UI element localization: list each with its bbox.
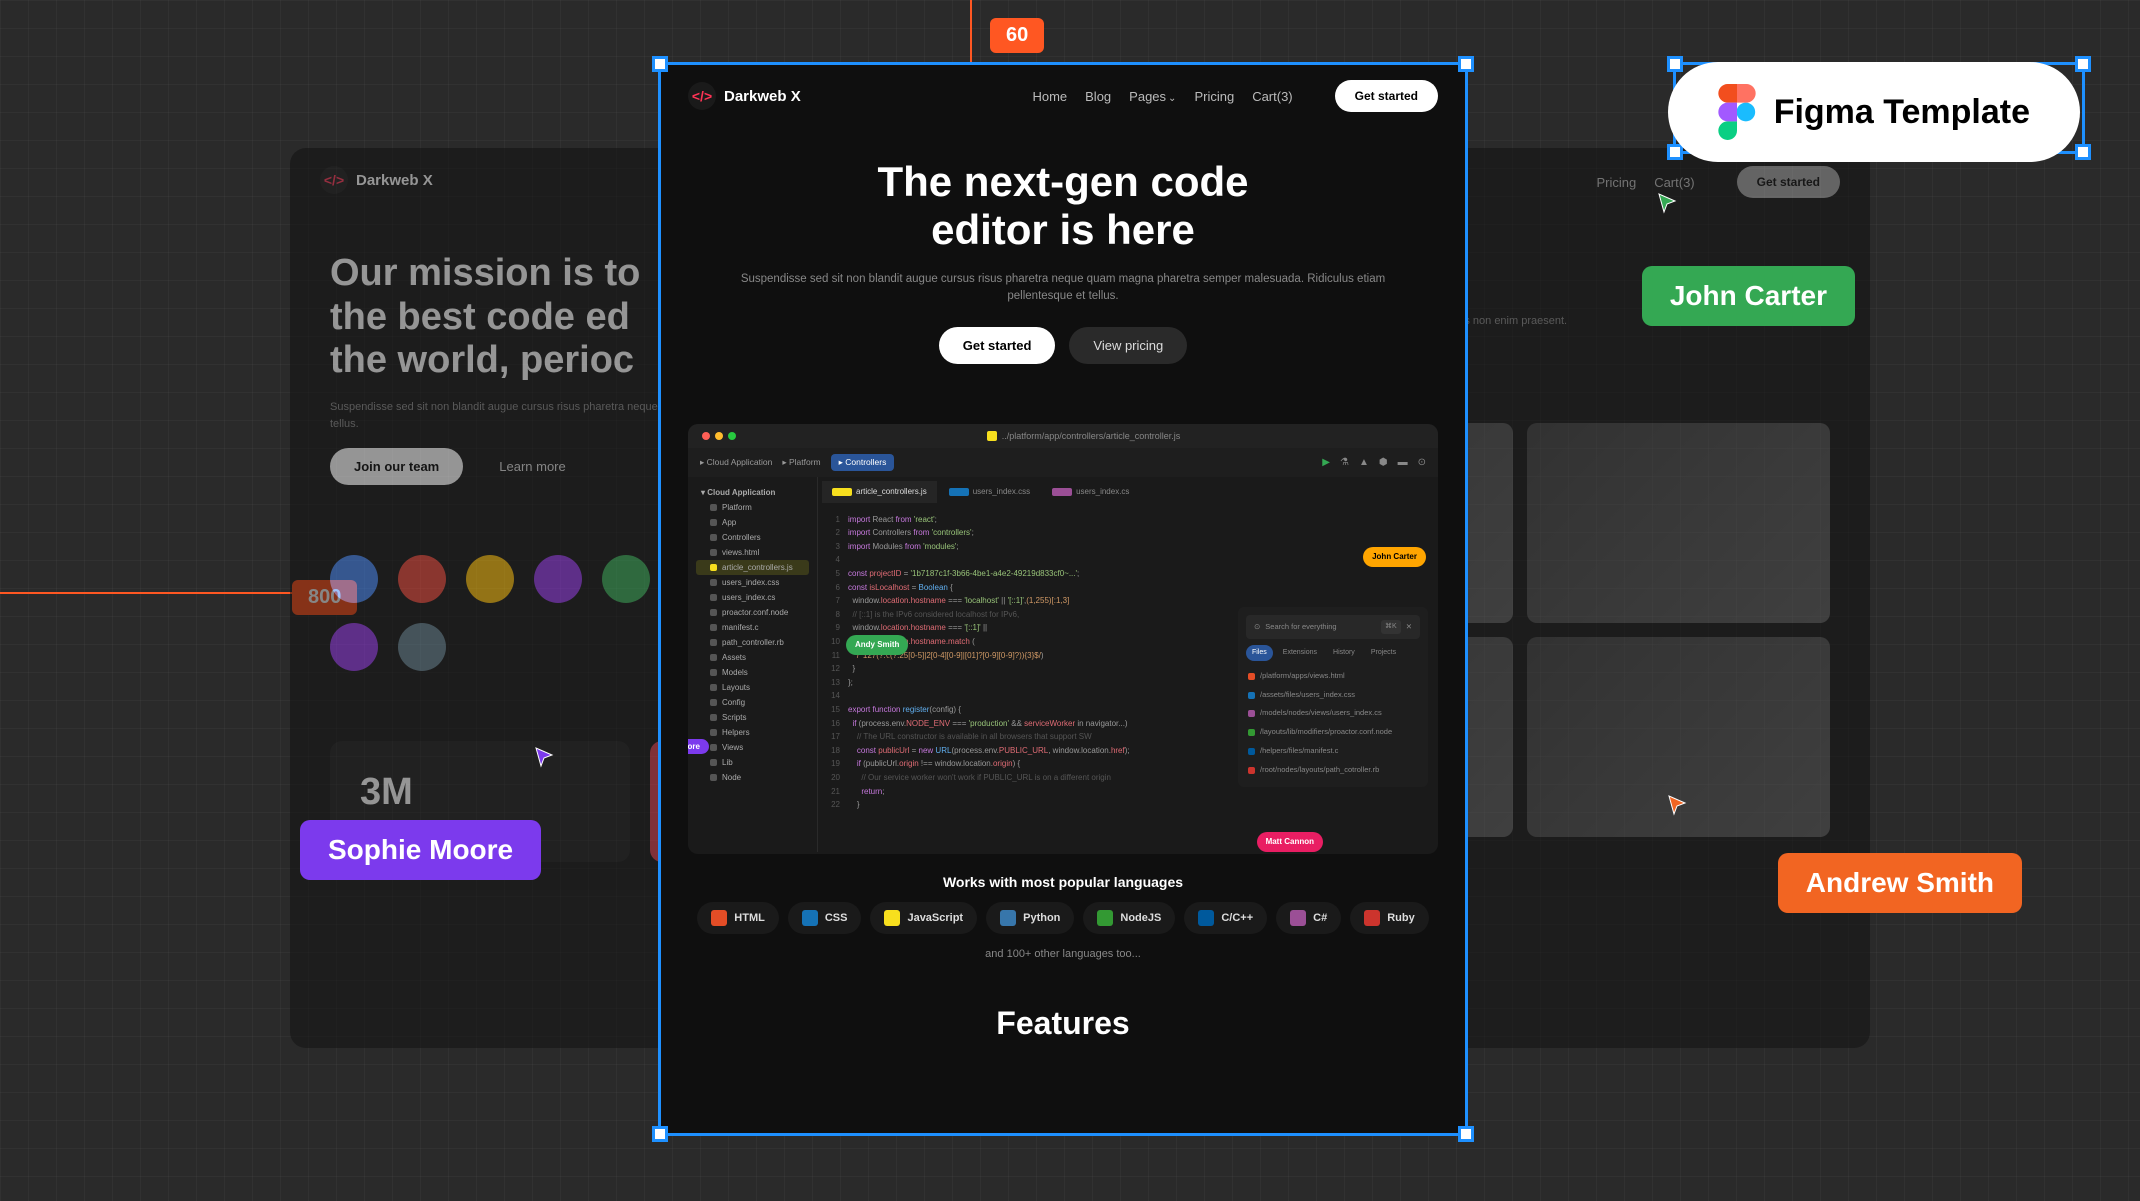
avatar [330,555,378,603]
resize-handle-tr[interactable] [1458,56,1474,72]
spacing-value-top: 60 [990,18,1044,53]
get-started-button[interactable]: Get started [1737,166,1840,198]
spacing-ruler-left [0,592,340,594]
selection-outline-main[interactable] [658,62,1468,1136]
avatar [466,555,514,603]
spacing-ruler-top [970,0,972,62]
avatar [398,623,446,671]
resize-handle-tl[interactable] [1667,56,1683,72]
cursor-andrew [1666,794,1690,818]
resize-handle-bl[interactable] [1667,144,1683,160]
cursor-sophie [533,746,557,770]
avatar [330,623,378,671]
cursor-label-john: John Carter [1642,266,1855,326]
resize-handle-br[interactable] [2075,144,2091,160]
cursor-label-sophie: Sophie Moore [300,820,541,880]
resize-handle-tr[interactable] [2075,56,2091,72]
figma-icon [1718,84,1756,140]
team-photo-2 [1527,423,1830,623]
avatar [398,555,446,603]
figma-template-badge[interactable]: Figma Template [1668,62,2080,162]
brand-logo[interactable]: </>Darkweb X [320,166,433,194]
cursor-john [1656,192,1680,216]
avatar [534,555,582,603]
nav-cart[interactable]: Cart(3) [1654,175,1694,190]
learn-more-button[interactable]: Learn more [475,448,589,485]
code-icon: </> [320,166,348,194]
nav-pricing[interactable]: Pricing [1596,175,1636,190]
avatar [602,555,650,603]
join-team-button[interactable]: Join our team [330,448,463,485]
resize-handle-bl[interactable] [652,1126,668,1142]
cursor-label-andrew: Andrew Smith [1778,853,2022,913]
resize-handle-tl[interactable] [652,56,668,72]
resize-handle-br[interactable] [1458,1126,1474,1142]
